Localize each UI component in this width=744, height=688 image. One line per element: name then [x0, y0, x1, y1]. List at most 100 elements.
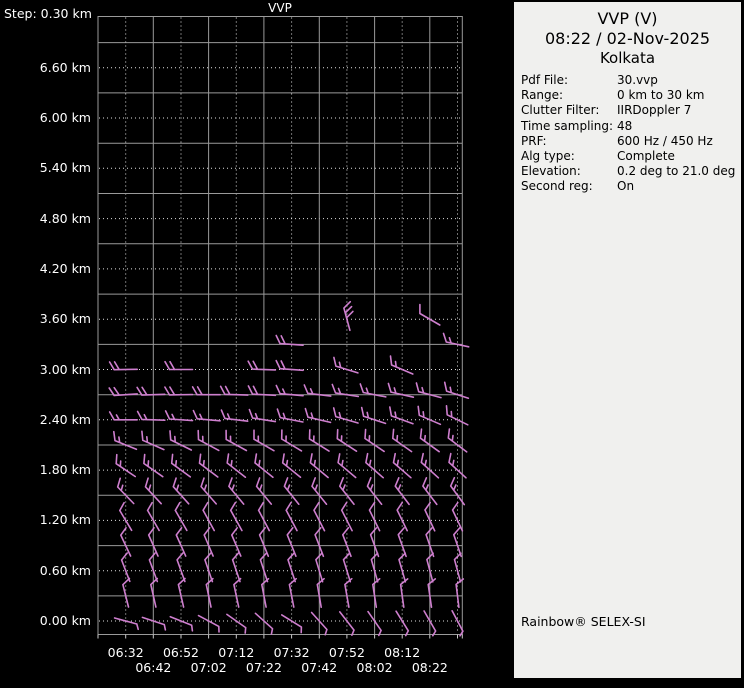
- field-label: Second reg:: [521, 179, 593, 194]
- x-axis-label: 07:42: [301, 660, 338, 675]
- panel-location: Kolkata: [599, 49, 656, 67]
- y-axis-label: 2.40 km: [39, 411, 91, 427]
- field-row: Alg type: Complete: [521, 149, 741, 164]
- wind-barb: [399, 578, 409, 608]
- x-axis-label: 06:32: [107, 645, 144, 660]
- field-row: Elevation: 0.2 deg to 21.0 deg: [521, 164, 741, 179]
- wind-barb: [287, 552, 296, 583]
- x-axis-label: 07:22: [245, 660, 282, 675]
- wind-barb: [280, 429, 303, 452]
- field-label: Alg type:: [521, 149, 575, 164]
- wind-barb: [164, 410, 194, 422]
- wind-barb: [343, 300, 354, 332]
- field-value: Complete: [617, 149, 675, 164]
- field-value: 0.2 deg to 21.0 deg: [617, 164, 736, 179]
- y-axis-step-label: Step: 0.30 km: [4, 6, 92, 21]
- wind-barb: [247, 385, 277, 397]
- wind-barb: [427, 578, 437, 608]
- wind-barb: [141, 616, 167, 631]
- wind-barb: [176, 552, 186, 583]
- wind-barb: [333, 356, 359, 374]
- wind-barb: [164, 360, 194, 371]
- x-axis-label: 08:12: [384, 645, 421, 660]
- wind-barb: [191, 386, 221, 396]
- wind-barb: [192, 409, 221, 422]
- wind-barb: [392, 428, 413, 453]
- wind-barb: [122, 577, 131, 608]
- wind-barb: [443, 381, 470, 399]
- wind-barb: [108, 386, 138, 397]
- y-axis-label: 0.60 km: [39, 562, 91, 578]
- wind-barb: [372, 578, 381, 608]
- y-axis-label: 3.00 km: [39, 361, 91, 377]
- x-axis-label: 07:02: [190, 660, 227, 675]
- wind-barb: [389, 406, 414, 425]
- field-row: Clutter Filter: IIRDoppler 7: [521, 103, 741, 118]
- plot-title: VVP: [268, 1, 292, 15]
- field-label: Clutter Filter:: [521, 103, 600, 118]
- field-label: Elevation:: [521, 164, 581, 179]
- x-axis-label: 07:12: [218, 645, 255, 660]
- wind-barb: [415, 382, 442, 399]
- wind-barb: [231, 552, 241, 583]
- y-axis-label: 0.00 km: [39, 613, 91, 628]
- wind-barb: [275, 359, 304, 372]
- wind-barb: [275, 334, 304, 346]
- field-value: 600 Hz / 450 Hz: [617, 133, 713, 148]
- y-axis-label: 4.80 km: [39, 210, 91, 226]
- wind-barb: [177, 577, 186, 608]
- wind-barb: [120, 552, 131, 583]
- y-axis-label: 1.20 km: [39, 512, 91, 528]
- wind-barb: [332, 407, 359, 424]
- wind-barb: [447, 428, 468, 453]
- wind-barb: [113, 430, 138, 451]
- wind-barb: [136, 410, 166, 421]
- field-row: Second reg: On: [521, 179, 741, 194]
- field-label: Pdf File:: [521, 73, 569, 87]
- wind-barb: [451, 501, 464, 532]
- wind-barb: [150, 577, 159, 608]
- x-axis-label: 07:52: [328, 645, 365, 660]
- wind-barb: [108, 411, 138, 421]
- field-label: Range:: [521, 88, 564, 103]
- x-axis-label: 06:42: [135, 660, 172, 675]
- wind-barb: [451, 610, 464, 637]
- branding-text: Rainbow® SELEX-SI: [521, 614, 646, 629]
- wind-barb: [339, 611, 355, 636]
- wind-barb: [316, 577, 325, 608]
- x-axis-label: 07:32: [273, 645, 310, 660]
- field-value: 30.vvp: [617, 73, 658, 87]
- y-axis-label: 5.40 km: [39, 160, 91, 176]
- wind-barb: [360, 406, 387, 425]
- wind-barb: [261, 577, 270, 608]
- info-panel: VVP (V) 08:22 / 02-Nov-2025 Kolkata Pdf …: [514, 2, 741, 678]
- wind-barb: [205, 577, 214, 608]
- x-axis-label: 08:22: [411, 660, 448, 675]
- y-axis-label: 4.20 km: [39, 260, 91, 276]
- vvp-plot-canvas: [97, 16, 470, 639]
- wind-barb: [336, 428, 358, 452]
- field-label: Time sampling:: [521, 118, 614, 133]
- vvp-plot-pane: Step: 0.30 km VVP 6.60 km 6.00 km 5.40 km 4…: [0, 0, 514, 688]
- wind-barb: [304, 407, 332, 424]
- field-row: PRF: 600 Hz / 450 Hz: [521, 134, 741, 149]
- x-axis-label: 08:02: [356, 660, 393, 675]
- panel-title: VVP (V): [597, 9, 658, 28]
- field-label: PRF:: [521, 133, 547, 148]
- wind-barb: [288, 577, 297, 608]
- field-value: On: [617, 179, 635, 194]
- field-value: IIRDoppler 7: [617, 103, 692, 118]
- wind-barb: [225, 429, 248, 452]
- wind-barb: [275, 384, 304, 397]
- y-axis-label: 1.80 km: [39, 462, 91, 478]
- wind-barb: [344, 577, 353, 608]
- wind-barb: [164, 386, 194, 396]
- wind-barb: [136, 386, 166, 396]
- wind-barb: [219, 385, 249, 396]
- panel-datetime: 08:22 / 02-Nov-2025: [544, 29, 711, 48]
- wind-barb: [395, 610, 410, 637]
- field-value: 48: [617, 118, 633, 133]
- y-axis-label: 6.00 km: [39, 110, 91, 126]
- wind-barb: [113, 617, 139, 631]
- field-row: Time sampling: 48: [521, 119, 741, 134]
